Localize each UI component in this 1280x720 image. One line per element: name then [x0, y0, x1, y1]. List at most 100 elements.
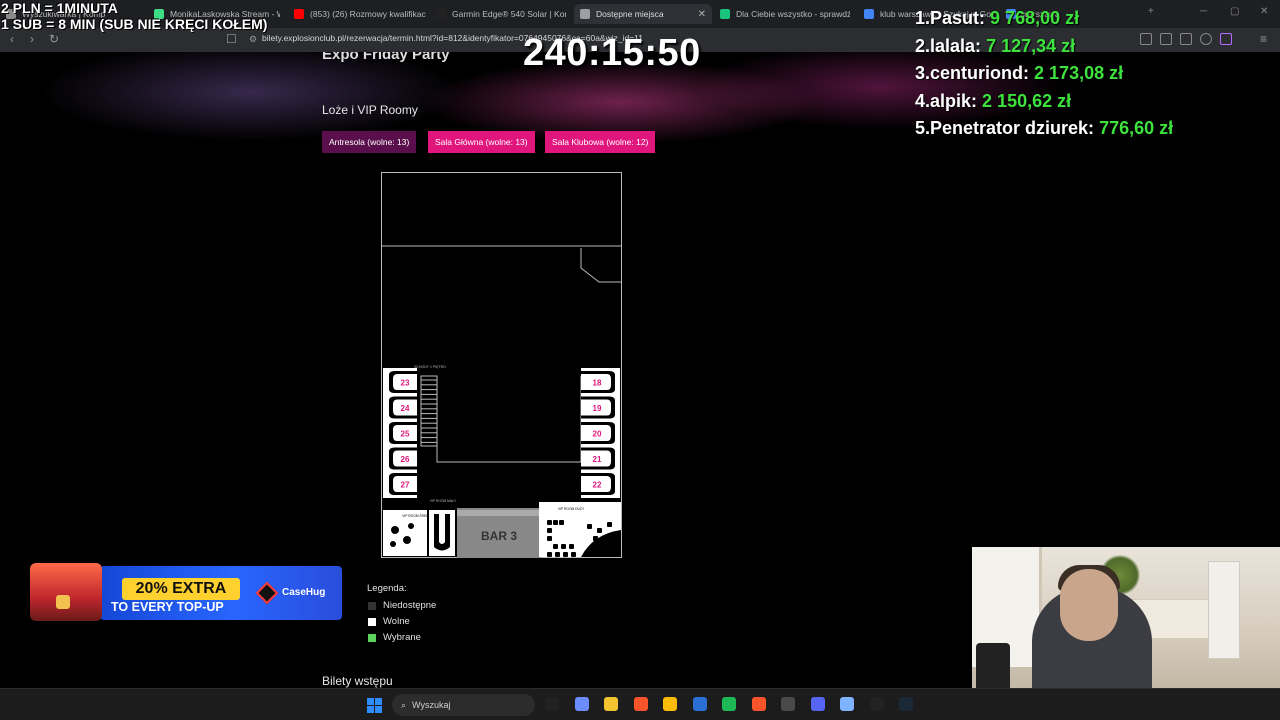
leaderboard-amount: 7 127,34 zł [986, 35, 1076, 56]
leaderboard-name: Penetrator dziurek: [930, 118, 1095, 138]
leaderboard-rank: 4. [915, 90, 931, 111]
left-booth-block: 23 24 25 26 27 [383, 368, 417, 498]
ad-headline: 20% EXTRA [122, 578, 240, 600]
vip-seat [563, 552, 568, 557]
leaderboard-rank: 3. [915, 63, 931, 83]
booth-number: 19 [593, 404, 602, 413]
tab-label: Garmin Edge® 540 Solar | Kom [452, 9, 566, 19]
store-icon[interactable] [692, 697, 707, 711]
leaderboard-name: centuriond: [930, 63, 1030, 83]
forward-icon[interactable]: › [30, 32, 34, 46]
subathon-timer: 240:15:50 [523, 32, 701, 74]
taskbar-search[interactable]: ⌕ Wyszukaj [392, 694, 535, 716]
rules-line: 2 PLN = 1MINUTA [1, 0, 118, 16]
vip-seat [553, 520, 558, 525]
browser-tab[interactable]: Dostępne miejsca ✕ [574, 4, 712, 24]
webcam-microphone [976, 643, 1010, 693]
browser-tab[interactable]: Dla Ciebie wszystko - sprawdź [714, 4, 850, 24]
legend-label: Wybrane [383, 632, 421, 643]
tab-label: Dla Ciebie wszystko - sprawdź [736, 9, 850, 19]
tab-favicon-icon [580, 9, 590, 19]
discord-icon[interactable] [810, 697, 825, 711]
notepad-icon[interactable] [840, 697, 854, 711]
chrome-icon[interactable] [663, 697, 677, 711]
tab-label: (853) (26) Rozmowy kwalifikac [310, 9, 426, 19]
menu-icon[interactable]: ≡ [1260, 32, 1267, 46]
bookmark-icon[interactable]: ☐ [226, 32, 237, 46]
vip-seat [569, 544, 574, 549]
tab-favicon-icon [436, 9, 446, 19]
maximize-icon[interactable]: ▢ [1230, 6, 1239, 17]
tab-antresola[interactable]: Antresola (wolne: 13) [322, 131, 417, 153]
browser-tab[interactable]: (853) (26) Rozmowy kwalifikac [288, 4, 426, 24]
ad-subline: TO EVERY TOP-UP [111, 600, 224, 614]
site-info-icon[interactable]: ⚙ [249, 34, 257, 45]
legend-swatch-free [368, 617, 376, 626]
profile-icon[interactable] [1220, 33, 1232, 45]
windows-taskbar: ⌕ Wyszukaj [0, 688, 1280, 720]
back-icon[interactable]: ‹ [10, 32, 14, 46]
section-title: Loże i VIP Roomy [322, 103, 418, 117]
tab-favicon-icon [864, 9, 874, 19]
calculator-icon[interactable] [781, 697, 795, 711]
legend-swatch-unavailable [368, 601, 376, 610]
obs-icon[interactable] [869, 697, 884, 711]
vip-seat [587, 524, 592, 529]
booth-number: 22 [593, 481, 602, 490]
leaderboard-amount: 2 173,08 zł [1034, 63, 1124, 83]
shield-icon[interactable] [1200, 33, 1212, 45]
tab-close-icon[interactable]: ✕ [698, 9, 706, 20]
legend-label: Wolne [383, 616, 410, 627]
vip-center-label: VIP ROOM MAŁY [430, 499, 457, 503]
donation-leaderboard: 1.Pasut: 9 768,00 zł 2.lalala: 7 127,34 … [915, 8, 1173, 146]
steam-icon[interactable] [899, 697, 913, 711]
close-window-icon[interactable]: ✕ [1260, 6, 1268, 17]
leaderboard-amount: 9 768,00 zł [990, 8, 1080, 28]
tab-sala-klubowa[interactable]: Sala Klubowa (wolne: 12) [545, 131, 656, 153]
search-icon: ⌕ [401, 699, 407, 710]
folder-icon[interactable] [604, 697, 618, 711]
booth-number: 26 [401, 455, 410, 464]
vip-seat [553, 544, 558, 549]
vip-right-label: VIP ROOM DUŻY [558, 506, 585, 511]
rules-line: 1 SUB = 8 MIN (SUB NIE KRĘCI KOŁEM) [1, 16, 268, 32]
legend-item-free: Wolne [368, 616, 410, 627]
vip-seat [547, 528, 552, 533]
booth-number: 25 [401, 430, 410, 439]
minimize-icon[interactable]: ─ [1200, 6, 1207, 17]
vip-seat [597, 528, 602, 533]
chest-lock-icon [56, 595, 70, 609]
ad-brand: CaseHug [282, 587, 326, 598]
tab-label: Dostępne miejsca [596, 9, 664, 19]
leaderboard-row: 4.alpik: 2 150,62 zł [915, 91, 1173, 119]
leaderboard-amount: 776,60 zł [1099, 118, 1174, 138]
start-menu-icon[interactable] [367, 698, 382, 713]
booth-number: 27 [401, 481, 410, 490]
vip-seat [547, 536, 552, 541]
stairs-label: SCHODY 1 PIĘTRO [414, 365, 446, 369]
leaderboard-rank: 5. [915, 118, 931, 138]
leaderboard-amount: 2 150,62 zł [982, 90, 1072, 111]
vip-seat [571, 552, 576, 557]
legend-label: Niedostępne [383, 600, 437, 611]
leaderboard-name: Pasut: [930, 8, 986, 28]
tab-sala-glowna[interactable]: Sala Główna (wolne: 13) [428, 131, 535, 153]
leaderboard-name: alpik: [930, 90, 978, 111]
tab-favicon-icon [720, 9, 730, 19]
vip-seat [561, 544, 566, 549]
treasure-chest-icon [30, 563, 102, 621]
legend-item-selected: Wybrane [368, 632, 421, 643]
vip-seat [607, 522, 612, 527]
vip-seat [555, 552, 560, 557]
browser-tab[interactable]: Garmin Edge® 540 Solar | Kom [430, 4, 566, 24]
spotify-icon[interactable] [722, 697, 736, 711]
wallet-icon[interactable] [1180, 33, 1192, 45]
brave-icon[interactable] [633, 697, 648, 711]
leaderboard-rank: 1. [915, 8, 931, 28]
file-explorer-icon[interactable] [545, 697, 559, 711]
copilot-icon[interactable] [574, 697, 589, 711]
casehug-ad-banner: 20% EXTRA TO EVERY TOP-UP CaseHug [30, 561, 342, 623]
brave-browser-icon[interactable] [751, 697, 766, 711]
legend-item-unavailable: Niedostępne [368, 600, 436, 611]
reload-icon[interactable]: ↻ [49, 32, 59, 46]
